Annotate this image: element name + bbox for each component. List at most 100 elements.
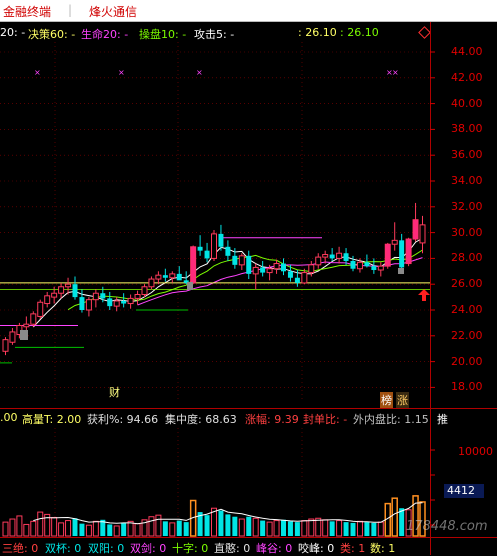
volume-bar xyxy=(85,524,92,537)
pattern-sanjue: 三绝: 0 xyxy=(2,542,39,555)
candle-body xyxy=(148,278,155,288)
volume-bar xyxy=(266,521,273,537)
candle-body xyxy=(2,339,9,352)
volume-bar xyxy=(2,521,9,537)
indicator-bar: .00 高量T: 2.00 获利%: 94.66 集中度: 68.63 涨幅: … xyxy=(0,410,497,426)
candle-body xyxy=(100,293,106,299)
candle-body xyxy=(329,254,335,259)
volume-bar xyxy=(58,522,65,537)
candle-body xyxy=(377,265,384,271)
volume-bar xyxy=(65,520,72,537)
candle-body xyxy=(176,273,182,281)
candle-body xyxy=(65,283,72,288)
pattern-shizi: 十字: 0 xyxy=(172,542,209,555)
signal-block xyxy=(187,282,193,290)
volume-bar xyxy=(232,516,238,536)
volume-bar xyxy=(134,523,141,537)
candle-body xyxy=(308,264,315,274)
volume-bar xyxy=(204,515,210,536)
pattern-lei: 类: 1 xyxy=(340,542,366,555)
candle-body xyxy=(155,274,162,280)
candle-body xyxy=(121,300,127,304)
volume-bar xyxy=(183,522,189,536)
ind-jizhong: 集中度: 68.63 xyxy=(165,413,237,426)
candle-body xyxy=(371,266,377,271)
price-scale-label: 44.00 xyxy=(451,45,483,58)
price-scale-label: 34.00 xyxy=(451,174,483,187)
candle-body xyxy=(23,323,30,328)
limit-up-bar xyxy=(413,219,419,240)
ind-v0: .00 xyxy=(0,411,18,424)
volume-bar xyxy=(350,522,356,536)
candle-body xyxy=(364,262,370,267)
price-chart[interactable]: × × × × × xyxy=(0,0,497,555)
volume-current-box: 4412 xyxy=(444,484,484,498)
candle-body xyxy=(391,239,398,245)
watermark: 178448.com xyxy=(406,519,488,534)
candle-body xyxy=(162,275,168,278)
volume-bar xyxy=(329,521,335,536)
event-tag-cai[interactable]: 财 xyxy=(109,384,120,400)
signal-block xyxy=(398,268,404,274)
volume-bar xyxy=(273,520,280,537)
candle-body xyxy=(301,272,308,284)
candle-body xyxy=(92,292,99,301)
price-scale-label: 24.00 xyxy=(451,303,483,316)
volume-highlight xyxy=(391,497,398,537)
ma10-line xyxy=(67,249,423,311)
candle-body xyxy=(85,299,92,311)
volume-bar xyxy=(364,522,370,536)
limit-up-bar xyxy=(385,244,391,267)
volume-bar xyxy=(294,522,300,536)
candle-body xyxy=(238,255,245,266)
volume-bar xyxy=(79,523,85,536)
pattern-zhihan: 直憨: 0 xyxy=(214,542,251,555)
pattern-shuangbei: 双杯: 0 xyxy=(45,542,82,555)
candle-body xyxy=(260,267,266,273)
candle-body xyxy=(336,252,343,259)
volume-bar xyxy=(148,516,155,537)
candle-body xyxy=(30,313,37,325)
candle-body xyxy=(356,261,363,270)
volume-bar xyxy=(315,517,322,537)
volume-bar xyxy=(301,520,308,537)
volume-bar xyxy=(162,521,168,536)
pattern-shuangyang: 双阳: 0 xyxy=(88,542,125,555)
candle-body xyxy=(343,253,349,261)
price-scale-label: 26.00 xyxy=(451,277,483,291)
candle-body xyxy=(273,263,280,270)
volume-bar xyxy=(37,511,44,537)
price-scale-label: 32.00 xyxy=(451,199,483,213)
volume-bar xyxy=(371,522,377,536)
up-arrow-icon xyxy=(418,286,430,301)
volume-bar xyxy=(287,521,293,536)
volume-bar xyxy=(399,508,405,536)
event-tag-bang[interactable]: 榜 xyxy=(380,392,393,408)
ind-huoli: 获利%: 94.66 xyxy=(87,413,159,426)
volume-bar xyxy=(121,522,127,536)
signal-block xyxy=(20,330,28,340)
price-scale-label: 42.00 xyxy=(451,70,483,84)
candle-body xyxy=(134,294,141,299)
event-tag-zhang[interactable]: 涨 xyxy=(396,392,409,408)
price-scale-label: 28.00 xyxy=(451,251,483,265)
ind-tui[interactable]: 推 xyxy=(437,411,448,427)
price-scale-label: 22.00 xyxy=(451,328,483,342)
candle-body xyxy=(294,277,300,283)
candle-body xyxy=(225,246,231,256)
pattern-shu: 数: 1 xyxy=(370,542,396,555)
candle-body xyxy=(37,301,44,317)
price-scale-label: 18.00 xyxy=(451,380,483,394)
candle-body xyxy=(399,240,405,268)
volume-bar xyxy=(308,518,315,537)
volume-bar xyxy=(336,520,343,537)
candle-body xyxy=(287,271,293,278)
price-scale-label: 20.00 xyxy=(451,354,483,368)
volume-bar xyxy=(281,519,286,536)
volume-bar xyxy=(246,516,252,536)
candle-body xyxy=(281,263,286,272)
candle-body xyxy=(51,292,58,298)
candle-body xyxy=(72,284,78,298)
candle-body xyxy=(9,331,16,343)
candle-body xyxy=(246,255,252,274)
